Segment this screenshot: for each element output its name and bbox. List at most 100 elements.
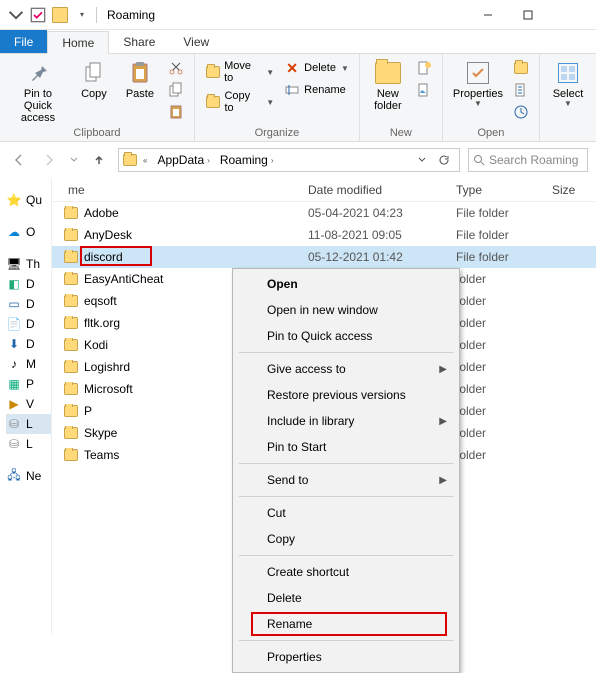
- history-button[interactable]: [509, 102, 533, 122]
- qa-overflow-icon[interactable]: ▾: [74, 7, 90, 23]
- copy-button[interactable]: Copy: [72, 56, 116, 100]
- ribbon-group-open: Properties ▼ Open: [443, 54, 540, 141]
- nav-recent-button[interactable]: [68, 149, 80, 171]
- folder-icon: [64, 405, 78, 417]
- sidebar-item[interactable]: ▦P: [6, 374, 51, 394]
- breadcrumb-seg[interactable]: AppData›: [153, 153, 213, 167]
- search-input[interactable]: Search Roaming: [468, 148, 588, 172]
- col-name[interactable]: me: [52, 183, 300, 197]
- paste-icon: [126, 60, 154, 86]
- ctx-cut[interactable]: Cut: [235, 500, 457, 526]
- nav-bar: « AppData› Roaming› Search Roaming: [0, 142, 596, 178]
- sidebar-item[interactable]: ⛁L: [6, 434, 51, 454]
- address-bar[interactable]: « AppData› Roaming›: [118, 148, 460, 172]
- copy-to-icon: [205, 94, 221, 110]
- sidebar-item[interactable]: ▭D: [6, 294, 51, 314]
- ribbon-group-select: Select ▼: [540, 54, 596, 141]
- ribbon: Pin to Quick access Copy Paste Clipboard: [0, 54, 596, 142]
- ctx-open[interactable]: Open: [235, 271, 457, 297]
- sidebar-item[interactable]: ♪M: [6, 354, 51, 374]
- ctx-pin-start[interactable]: Pin to Start: [235, 434, 457, 460]
- nav-down-icon[interactable]: [8, 7, 24, 23]
- ctx-open-new-window[interactable]: Open in new window: [235, 297, 457, 323]
- tab-home[interactable]: Home: [47, 31, 109, 54]
- onedrive-icon: ☁: [6, 224, 22, 240]
- copy-to-button[interactable]: Copy to▼: [201, 88, 278, 116]
- file-name: Skype: [84, 426, 117, 440]
- ctx-include-library[interactable]: Include in library▶: [235, 408, 457, 434]
- sidebar-item[interactable]: 🖥Th: [6, 254, 51, 274]
- tab-view[interactable]: View: [169, 30, 223, 53]
- rename-button[interactable]: Rename: [280, 80, 353, 100]
- ribbon-tabs: File Home Share View: [0, 30, 596, 54]
- ctx-pin-quick-access[interactable]: Pin to Quick access: [235, 323, 457, 349]
- sidebar-item[interactable]: ⭐Qu: [6, 190, 51, 210]
- ctx-rename[interactable]: Rename: [235, 611, 457, 637]
- properties-icon: [464, 60, 492, 86]
- folder-icon: [64, 251, 78, 263]
- sidebar-item[interactable]: ⬇D: [6, 334, 51, 354]
- documents-icon: 📄: [6, 316, 22, 332]
- nav-forward-button[interactable]: [38, 149, 60, 171]
- file-type: folder: [448, 360, 544, 374]
- sidebar-item[interactable]: ◧D: [6, 274, 51, 294]
- file-row[interactable]: Adobe05-04-2021 04:23File folder: [52, 202, 596, 224]
- nav-up-button[interactable]: [88, 149, 110, 171]
- refresh-button[interactable]: [433, 149, 455, 171]
- folder-icon: [64, 207, 78, 219]
- open-button[interactable]: [509, 58, 533, 78]
- ctx-properties[interactable]: Properties: [235, 644, 457, 670]
- ctx-copy[interactable]: Copy: [235, 526, 457, 552]
- nav-back-button[interactable]: [8, 149, 30, 171]
- address-history-button[interactable]: [411, 149, 433, 171]
- easy-access-button[interactable]: [412, 80, 436, 100]
- main-area: ⭐Qu ☁O 🖥Th ◧D ▭D 📄D ⬇D ♪M ▦P ▶V ⛁L ⛁L 🖧N…: [0, 178, 596, 635]
- col-date[interactable]: Date modified: [300, 183, 448, 197]
- rename-icon: [284, 82, 300, 98]
- file-name: discord: [84, 250, 123, 264]
- paste-shortcut-button[interactable]: [164, 102, 188, 122]
- check-doc-icon[interactable]: [30, 7, 46, 23]
- ribbon-group-clipboard: Pin to Quick access Copy Paste Clipboard: [0, 54, 195, 141]
- tab-file[interactable]: File: [0, 30, 47, 53]
- maximize-button[interactable]: [508, 1, 548, 29]
- properties-button[interactable]: Properties ▼: [449, 56, 507, 109]
- new-folder-button[interactable]: New folder: [366, 56, 410, 112]
- paste-button[interactable]: Paste: [118, 56, 162, 100]
- sidebar-item[interactable]: ⛁L: [6, 414, 51, 434]
- edit-button[interactable]: [509, 80, 533, 100]
- tab-share[interactable]: Share: [109, 30, 169, 53]
- ctx-give-access[interactable]: Give access to▶: [235, 356, 457, 382]
- sidebar-item[interactable]: ▶V: [6, 394, 51, 414]
- submenu-arrow-icon: ▶: [439, 475, 447, 486]
- ctx-send-to[interactable]: Send to▶: [235, 467, 457, 493]
- sidebar-item[interactable]: ☁O: [6, 222, 51, 242]
- pin-quick-access-button[interactable]: Pin to Quick access: [6, 56, 70, 124]
- ctx-restore-versions[interactable]: Restore previous versions: [235, 382, 457, 408]
- ctx-delete[interactable]: Delete: [235, 585, 457, 611]
- minimize-button[interactable]: [468, 1, 508, 29]
- select-button[interactable]: Select ▼: [546, 56, 590, 109]
- file-row[interactable]: discord05-12-2021 01:42File folder: [52, 246, 596, 268]
- drive-icon: ⛁: [6, 436, 22, 452]
- new-item-button[interactable]: [412, 58, 436, 78]
- breadcrumb-seg[interactable]: Roaming›: [216, 153, 278, 167]
- file-row[interactable]: AnyDesk11-08-2021 09:05File folder: [52, 224, 596, 246]
- file-name: EasyAntiCheat: [84, 272, 163, 286]
- folder-icon: [64, 229, 78, 241]
- sidebar-item[interactable]: 📄D: [6, 314, 51, 334]
- sidebar-item[interactable]: 🖧Ne: [6, 466, 51, 486]
- ctx-create-shortcut[interactable]: Create shortcut: [235, 559, 457, 585]
- cut-button[interactable]: [164, 58, 188, 78]
- column-headers[interactable]: me Date modified Type Size: [52, 178, 596, 202]
- move-to-button[interactable]: Move to▼: [201, 58, 278, 86]
- delete-button[interactable]: ✕ Delete▼: [280, 58, 353, 78]
- file-date: 11-08-2021 09:05: [300, 228, 448, 242]
- col-size[interactable]: Size: [544, 183, 596, 197]
- folder-icon: [64, 295, 78, 307]
- col-type[interactable]: Type: [448, 183, 544, 197]
- copy-icon: [80, 60, 108, 86]
- nav-pane[interactable]: ⭐Qu ☁O 🖥Th ◧D ▭D 📄D ⬇D ♪M ▦P ▶V ⛁L ⛁L 🖧N…: [0, 178, 52, 635]
- copy-path-button[interactable]: [164, 80, 188, 100]
- file-name: Adobe: [84, 206, 119, 220]
